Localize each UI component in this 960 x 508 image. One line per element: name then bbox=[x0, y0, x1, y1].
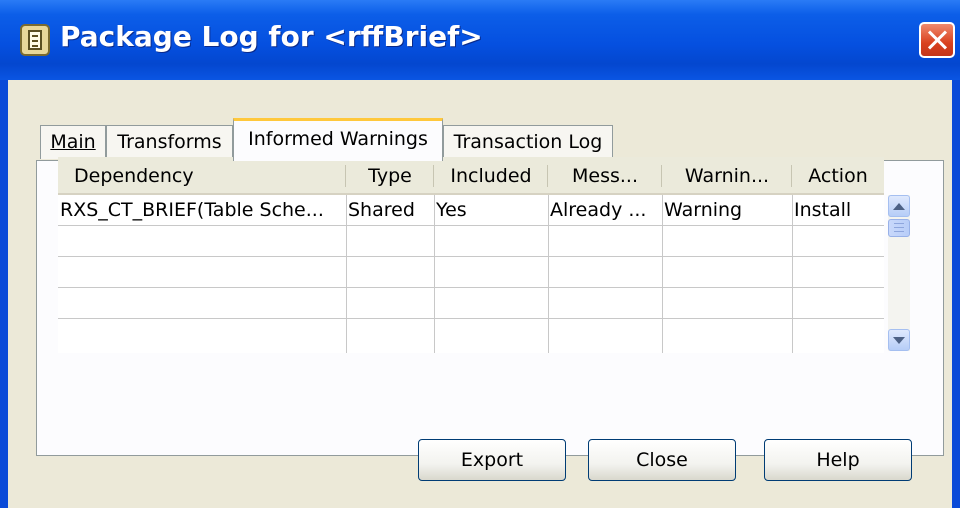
scrollbar-thumb[interactable] bbox=[888, 219, 910, 237]
column-header-action[interactable]: Action bbox=[792, 157, 884, 195]
cell-warning: Warning bbox=[664, 199, 743, 221]
column-header-dependency[interactable]: Dependency bbox=[58, 157, 346, 195]
column-header-type[interactable]: Type bbox=[346, 157, 434, 195]
column-divider bbox=[346, 195, 347, 353]
tab-transaction-log[interactable]: Transaction Log bbox=[443, 125, 613, 159]
column-header-included[interactable]: Included bbox=[434, 157, 548, 195]
tab-main[interactable]: Main bbox=[40, 125, 106, 159]
warnings-table[interactable]: Dependency Type Included Mess... Warnin.… bbox=[58, 157, 884, 353]
help-button[interactable]: Help bbox=[764, 439, 912, 481]
table-row[interactable] bbox=[58, 288, 884, 319]
vertical-scrollbar[interactable] bbox=[888, 195, 910, 351]
close-icon[interactable] bbox=[919, 22, 955, 58]
close-button[interactable]: Close bbox=[588, 439, 736, 481]
cell-dependency: RXS_CT_BRIEF(Table Sche... bbox=[60, 199, 324, 221]
export-button[interactable]: Export bbox=[418, 439, 566, 481]
cell-included: Yes bbox=[436, 199, 467, 221]
column-header-message[interactable]: Mess... bbox=[548, 157, 662, 195]
tab-informed-warnings[interactable]: Informed Warnings bbox=[233, 118, 443, 161]
title-bar[interactable]: Package Log for <rffBrief> bbox=[0, 0, 960, 80]
table-row[interactable]: RXS_CT_BRIEF(Table Sche... Shared Yes Al… bbox=[58, 195, 884, 226]
table-row[interactable] bbox=[58, 319, 884, 350]
cell-message: Already ... bbox=[550, 199, 647, 221]
dialog-body: Main Transforms Informed Warnings Transa… bbox=[8, 80, 952, 508]
column-divider bbox=[662, 195, 663, 353]
column-header-warning[interactable]: Warnin... bbox=[662, 157, 792, 195]
package-log-window: Package Log for <rffBrief> Main Transfor… bbox=[0, 0, 960, 508]
table-row[interactable] bbox=[58, 257, 884, 288]
chevron-up-icon[interactable] bbox=[888, 195, 910, 217]
table-row[interactable] bbox=[58, 226, 884, 257]
column-divider bbox=[434, 195, 435, 353]
cell-type: Shared bbox=[348, 199, 415, 221]
package-log-icon bbox=[20, 24, 50, 56]
tab-transforms[interactable]: Transforms bbox=[106, 125, 233, 159]
column-divider bbox=[792, 195, 793, 353]
column-divider bbox=[548, 195, 549, 353]
cell-action: Install bbox=[794, 199, 852, 221]
chevron-down-icon[interactable] bbox=[888, 329, 910, 351]
window-title: Package Log for <rffBrief> bbox=[60, 20, 483, 53]
